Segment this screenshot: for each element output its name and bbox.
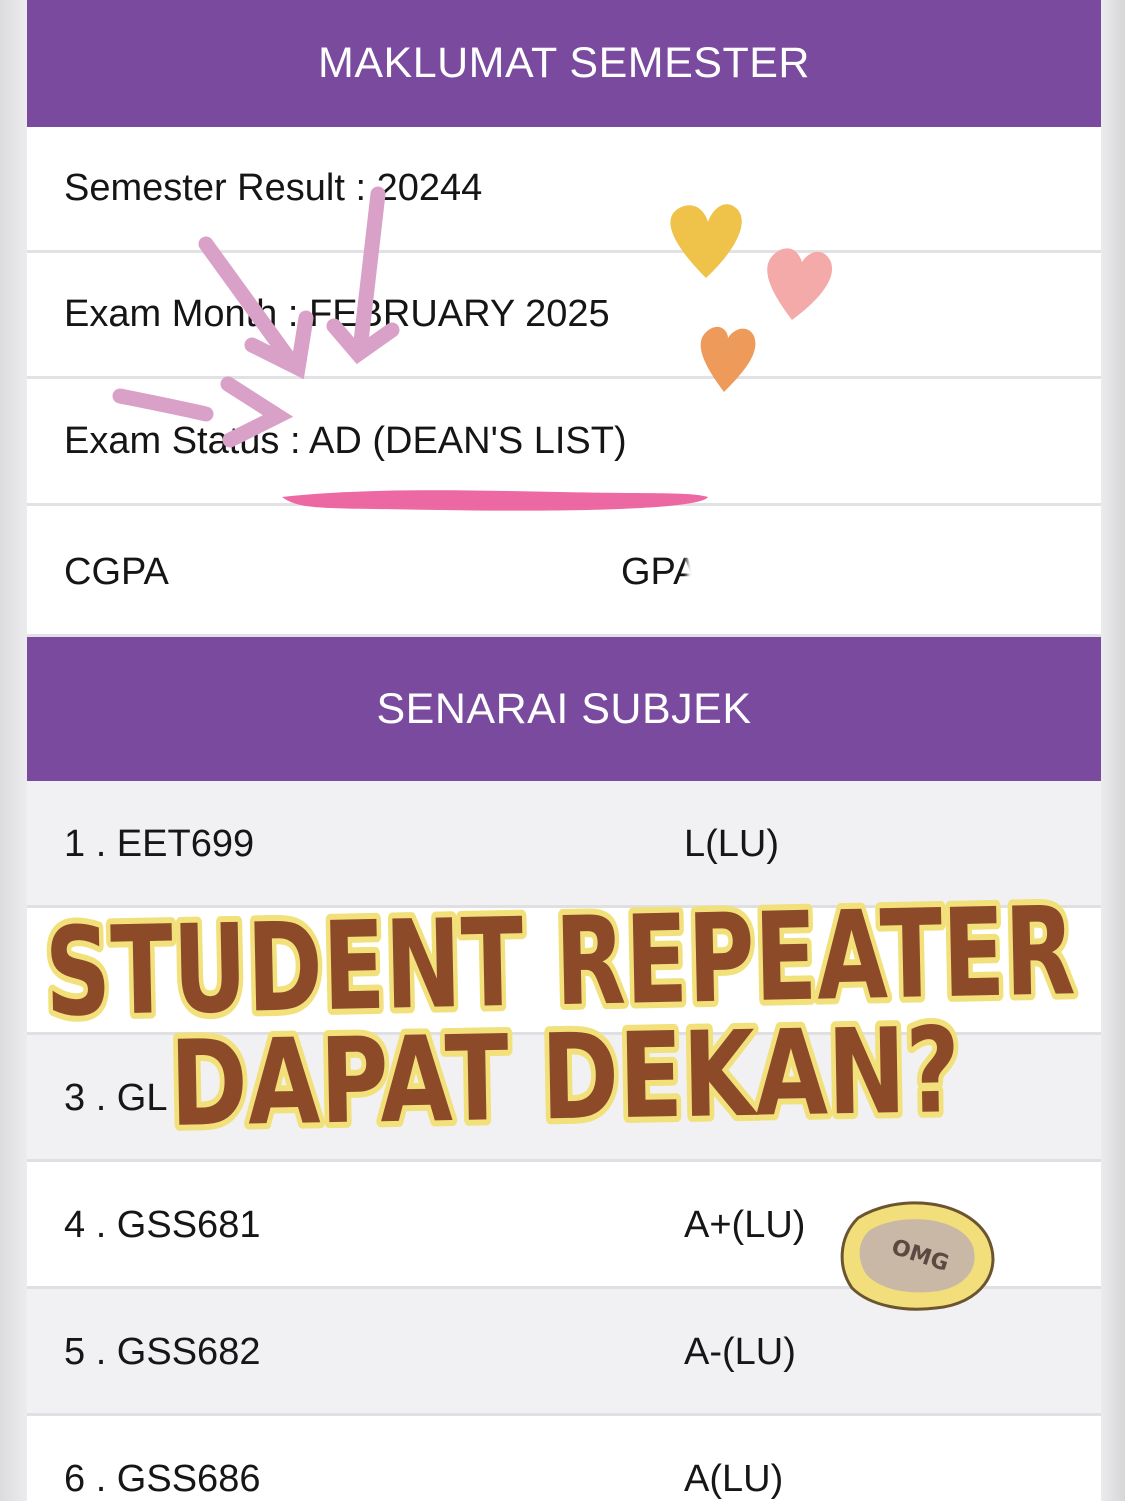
subject-row: 1 . EET699 L(LU) [27, 781, 1101, 908]
subject-row: 4 . GSS681 A+(LU) [27, 1162, 1101, 1289]
subject-grade: A(LU) [684, 1458, 784, 1500]
subject-code: 5 . GSS682 [64, 1331, 261, 1373]
semester-section-header: MAKLUMAT SEMESTER [27, 0, 1101, 127]
exam-status-value: AD (DEAN'S LIST) [309, 420, 627, 462]
subject-grade: A+(LU) [684, 1204, 806, 1246]
subject-code: 4 . GSS681 [64, 1204, 261, 1246]
exam-status-row: Exam Status : AD (DEAN'S LIST) [27, 380, 1101, 506]
subject-row: 5 . GSS682 A-(LU) [27, 1289, 1101, 1416]
gpa-row: CGPA GPA [27, 507, 1101, 637]
screen: MAKLUMAT SEMESTER Semester Result : 2024… [0, 0, 1125, 1501]
semester-result-label: Semester Result [64, 167, 345, 209]
subject-grade: A-(LU) [684, 1331, 796, 1373]
semester-result-row: Semester Result : 20244 [27, 127, 1101, 253]
semester-result-value: 20244 [376, 167, 483, 209]
subject-code: 3 . GL [64, 1077, 168, 1119]
cgpa-label: CGPA [64, 551, 169, 593]
subject-row [27, 908, 1101, 1035]
subject-row: 6 . GSS686 A(LU) [27, 1416, 1101, 1501]
subject-grade: L(LU) [684, 823, 780, 865]
exam-status-sep: : [279, 420, 309, 462]
exam-month-label: Exam Month [64, 293, 278, 335]
exam-month-row: Exam Month : FEBRUARY 2025 [27, 253, 1101, 379]
subject-section-header: SENARAI SUBJEK [27, 637, 1101, 781]
exam-status-label: Exam Status [64, 420, 280, 462]
exam-month-value: FEBRUARY 2025 [309, 293, 610, 335]
semester-section-title: MAKLUMAT SEMESTER [318, 39, 810, 87]
subject-code: 1 . EET699 [64, 823, 255, 865]
subject-section-title: SENARAI SUBJEK [376, 684, 752, 733]
subject-code: 6 . GSS686 [64, 1458, 261, 1500]
cgpa-redaction [175, 553, 245, 597]
exam-month-sep: : [277, 293, 309, 335]
result-panel: MAKLUMAT SEMESTER Semester Result : 2024… [27, 0, 1101, 1501]
subject-row: 3 . GL [27, 1035, 1101, 1162]
semester-result-sep: : [344, 167, 377, 209]
gpa-redaction [687, 553, 807, 597]
